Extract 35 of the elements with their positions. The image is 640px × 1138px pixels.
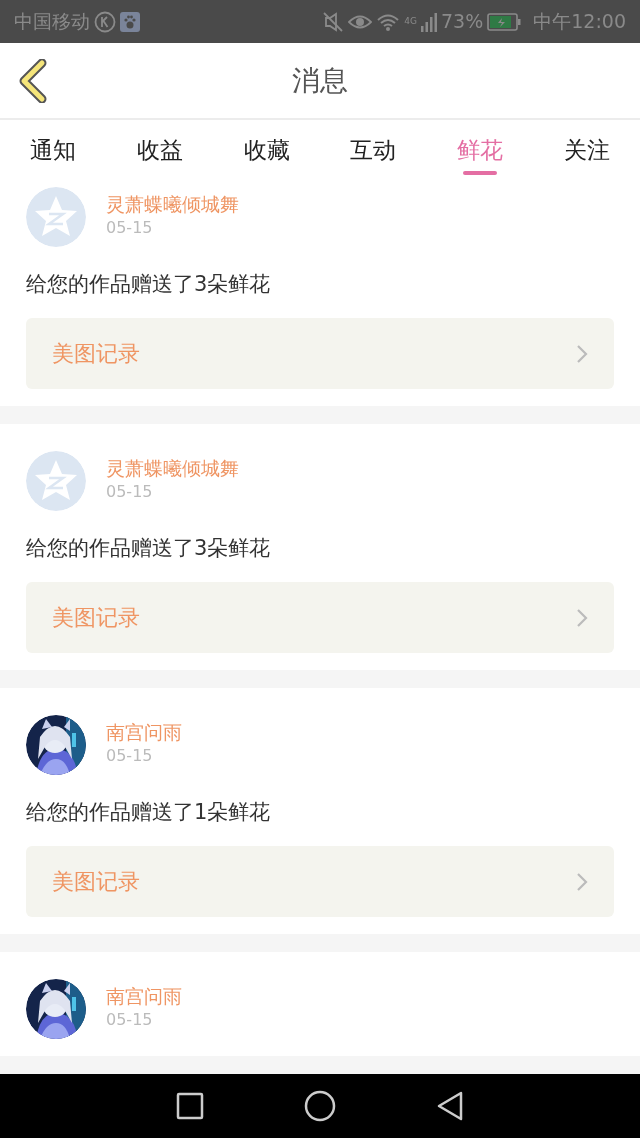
chevron-right-icon: [576, 607, 588, 628]
back-icon[interactable]: [18, 59, 48, 103]
tab-underline: [463, 171, 497, 175]
clock: 中午12:00: [533, 9, 626, 35]
paw-icon: [120, 11, 140, 32]
message-date: 05-15: [106, 1009, 154, 1031]
avatar-icon: [26, 451, 86, 511]
message-date: 05-15: [106, 745, 154, 767]
battery-percent: 73%: [441, 9, 484, 35]
signal-icon: [421, 11, 437, 32]
page-title: 消息: [292, 62, 348, 99]
sender-name: 灵萧蝶曦倾城舞: [106, 456, 239, 481]
sender-name: 灵萧蝶曦倾城舞: [106, 192, 239, 217]
message-date: 05-15: [106, 481, 154, 503]
tab[interactable]: 通知: [0, 120, 107, 180]
back-nav-icon[interactable]: [436, 1091, 464, 1121]
sender-name: 南宫问雨: [106, 720, 182, 745]
message-text: 给您的作品赠送了1朵鲜花: [26, 799, 272, 826]
chevron-right-icon: [576, 871, 588, 892]
message-date: 05-15: [106, 217, 154, 239]
recents-icon[interactable]: [176, 1092, 204, 1120]
tab[interactable]: 关注: [533, 120, 640, 180]
message-text: 给您的作品赠送了3朵鲜花: [26, 535, 272, 562]
sender-name: 南宫问雨: [106, 984, 182, 1009]
carrier-name: 中国移动: [14, 9, 90, 35]
tab[interactable]: 互动: [320, 120, 427, 180]
mute-icon: [322, 10, 345, 33]
battery-icon: [487, 12, 522, 31]
avatar-icon: [26, 187, 86, 247]
chevron-right-icon: [576, 343, 588, 364]
tab[interactable]: 收益: [106, 120, 214, 180]
tab[interactable]: 收藏: [213, 120, 320, 180]
home-icon[interactable]: [304, 1090, 336, 1122]
k-icon: [94, 10, 116, 33]
message-text: 给您的作品赠送了3朵鲜花: [26, 271, 272, 298]
